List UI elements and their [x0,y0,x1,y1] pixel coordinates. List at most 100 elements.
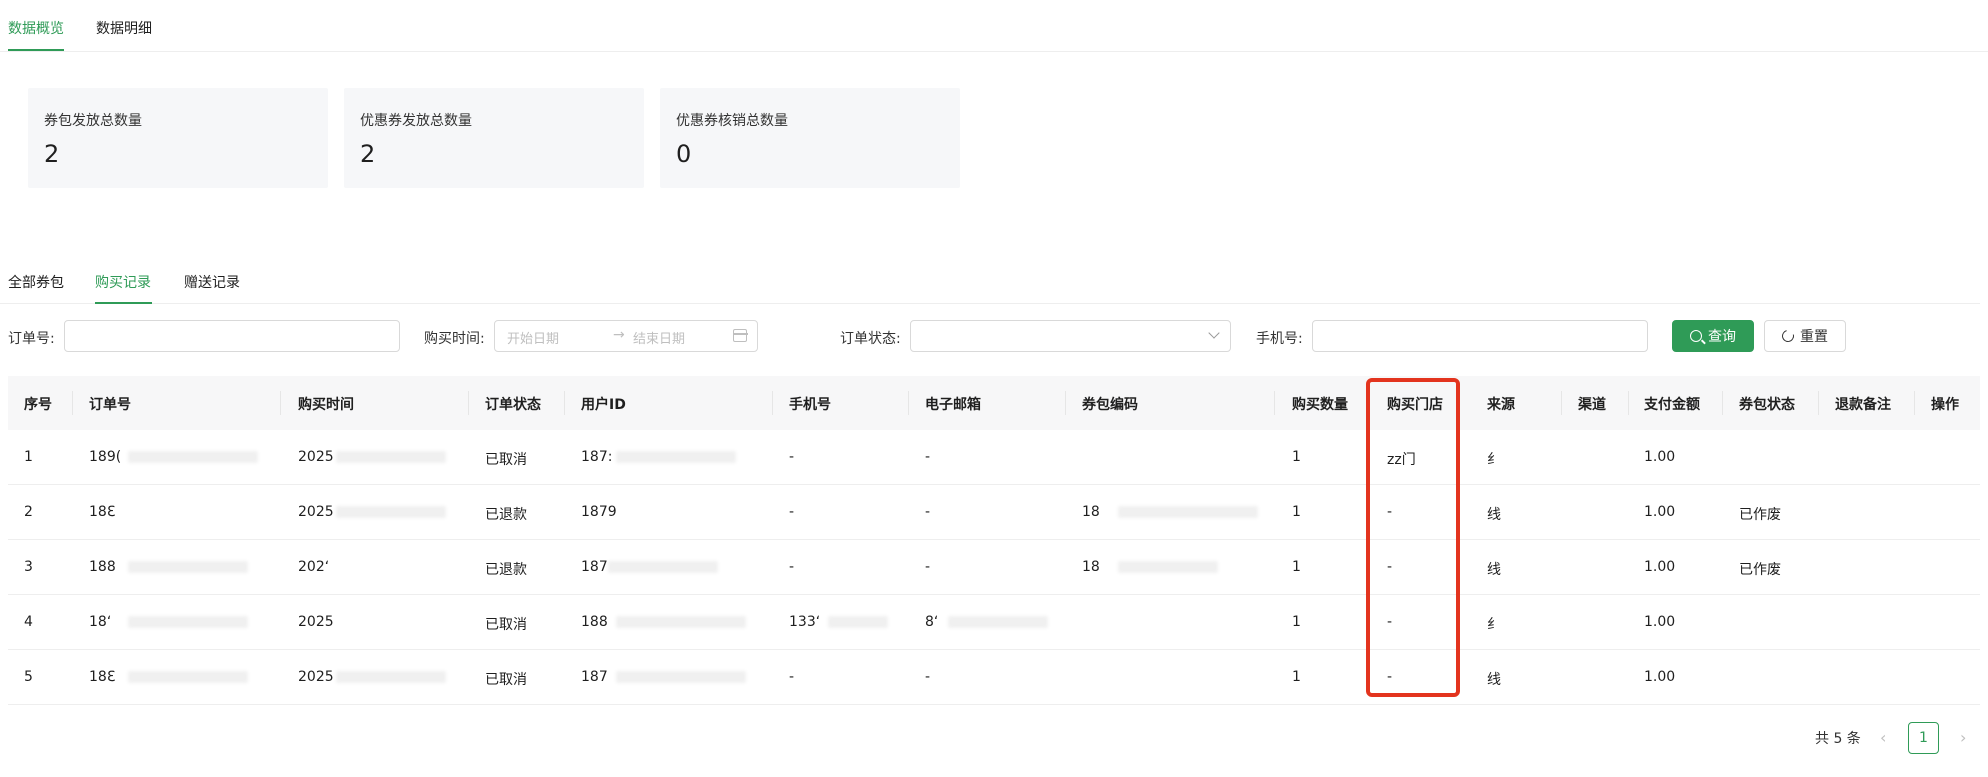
cell-index: 4 [24,614,33,630]
col-package-code: 券包编码 [1082,397,1138,413]
col-purchase-time: 购买时间 [298,397,354,413]
cell-source: 线 [1487,507,1501,523]
redacted-block [336,671,446,683]
column-divider [468,391,469,415]
cell-email: - [925,504,931,520]
cell-order-status: 已取消 [485,672,527,688]
tab-all-packages[interactable]: 全部券包 [8,272,64,292]
col-order-no: 订单号 [89,397,131,413]
column-divider [772,391,773,415]
col-quantity: 购买数量 [1292,397,1348,413]
pagination-total: 共 5 条 [1815,731,1861,747]
phone-label: 手机号: [1256,331,1303,347]
col-package-status: 券包状态 [1739,397,1795,413]
date-range-picker[interactable]: 开始日期 → 结束日期 [494,320,758,352]
stat-label: 优惠券发放总数量 [360,113,472,129]
table-row: 1 189( 2025 已取消 187: - - 1 zz门 纟 1.00 [8,430,1980,485]
query-label: 查询 [1708,329,1736,345]
column-divider [1274,391,1275,415]
cell-purchase-time: 2025 [298,504,334,520]
top-tabs: 数据概览 数据明细 [0,0,1988,52]
cell-purchase-store: - [1387,504,1393,520]
cell-amount: 1.00 [1644,504,1676,520]
purchase-time-label: 购买时间: [424,331,485,347]
redacted-block [336,506,446,518]
table-row: 4 18ʻ 2025 已取消 188 133ʻ 8ʻ 1 - 纟 1.00 [8,595,1980,650]
cell-source: 线 [1487,672,1501,688]
cell-order-status: 已取消 [485,617,527,633]
cell-quantity: 1 [1292,504,1301,520]
cell-package-status: 已作废 [1739,507,1781,523]
query-button[interactable]: 查询 [1672,320,1754,352]
redacted-block [128,616,248,628]
calendar-icon [732,329,748,342]
column-divider [1818,391,1819,415]
col-channel: 渠道 [1578,397,1606,413]
cell-phone: - [789,504,795,520]
tab-data-overview[interactable]: 数据概览 [8,18,64,38]
cell-source: 线 [1487,562,1501,578]
arrow-right-icon: → [613,327,625,343]
table-row: 2 18ℇ 2025 已退款 1879 - - 18 1 - 线 1.00 已作… [8,485,1980,540]
cell-order-status: 已退款 [485,562,527,578]
cell-package-status: 已作废 [1739,562,1781,578]
cell-purchase-time: 202ʻ [298,559,330,575]
chevron-down-icon [1208,327,1220,339]
cell-amount: 1.00 [1644,614,1676,630]
chevron-left-icon[interactable]: ‹ [1880,728,1886,747]
active-subtab-indicator [95,302,152,304]
cell-order-status: 已取消 [485,452,527,468]
reset-button[interactable]: 重置 [1764,320,1846,352]
redacted-block [128,451,258,463]
tab-data-details[interactable]: 数据明细 [96,18,152,38]
redacted-block [128,561,248,573]
column-divider [72,391,73,415]
phone-input[interactable] [1312,320,1648,352]
stat-label: 券包发放总数量 [44,113,142,129]
cell-source: 纟 [1487,617,1501,633]
cell-email: - [925,669,931,685]
cell-order-no: 18ℇ [89,504,116,520]
col-user-id: 用户ID [581,397,626,413]
cell-email: - [925,449,931,465]
col-refund-note: 退款备注 [1835,397,1891,413]
stat-card-coupon-redeemed: 优惠券核销总数量 0 [660,88,960,188]
stat-label: 优惠券核销总数量 [676,113,788,129]
col-order-status: 订单状态 [485,397,541,413]
column-divider [1628,391,1629,415]
cell-phone: - [789,449,795,465]
cell-user-id: 187: [581,449,613,465]
sub-tabs: 全部券包 购买记录 赠送记录 [0,262,1980,304]
column-divider [564,391,565,415]
cell-quantity: 1 [1292,614,1301,630]
redacted-block [948,616,1048,628]
order-status-select[interactable] [910,320,1231,352]
redacted-block [1118,506,1258,518]
tab-purchase-records[interactable]: 购买记录 [95,272,151,292]
pagination-page-1[interactable]: 1 [1908,722,1939,754]
cell-email: - [925,559,931,575]
column-divider [1914,391,1915,415]
column-divider [908,391,909,415]
column-divider [1722,391,1723,415]
col-amount: 支付金额 [1644,397,1700,413]
chevron-right-icon[interactable]: › [1960,728,1966,747]
cell-phone: - [789,669,795,685]
order-no-input[interactable] [64,320,400,352]
cell-user-id: 1879 [581,504,617,520]
column-divider [1065,391,1066,415]
col-actions: 操作 [1931,397,1959,413]
stat-value: 2 [44,140,60,168]
redacted-block [616,616,746,628]
cell-amount: 1.00 [1644,559,1676,575]
order-status-label: 订单状态: [840,331,901,347]
cell-order-status: 已退款 [485,507,527,523]
stat-card-package-issued: 券包发放总数量 2 [28,88,328,188]
redacted-block [616,671,746,683]
cell-user-id: 188 [581,614,608,630]
redacted-block [616,451,736,463]
tab-gift-records[interactable]: 赠送记录 [184,272,240,292]
stat-value: 0 [676,140,692,168]
cell-purchase-store: zz门 [1387,452,1416,468]
column-divider [1561,391,1562,415]
